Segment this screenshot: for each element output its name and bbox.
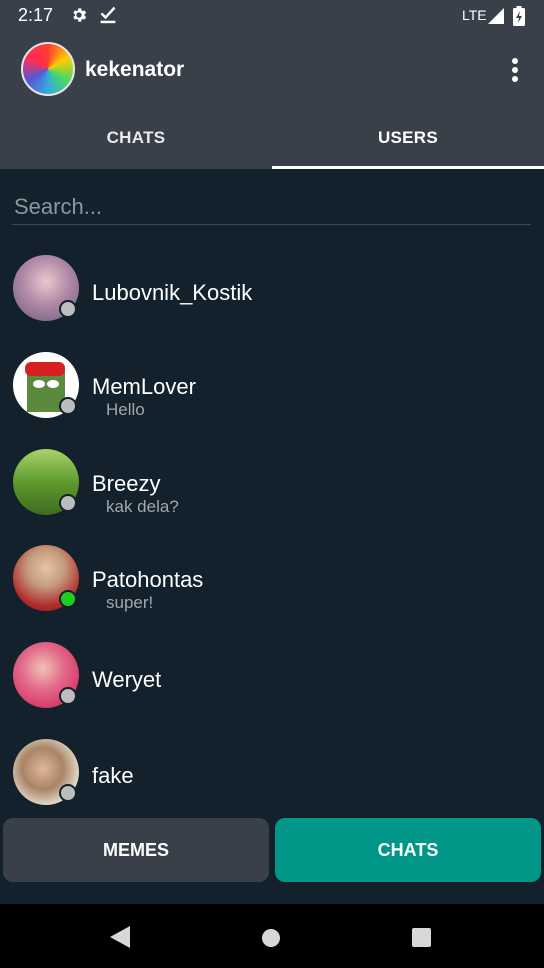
overflow-menu-icon[interactable] bbox=[505, 54, 525, 86]
search-input[interactable] bbox=[12, 190, 535, 224]
network-type: LTE bbox=[462, 7, 487, 23]
status-bar: 2:17 LTE bbox=[0, 0, 544, 32]
user-list-item[interactable]: Lubovnik_Kostik bbox=[0, 255, 544, 345]
user-name: Lubovnik_Kostik bbox=[92, 280, 253, 305]
tab-users[interactable]: USERS bbox=[272, 112, 544, 169]
signal-icon bbox=[488, 8, 504, 24]
user-list-item[interactable]: Patohontas super! bbox=[0, 545, 544, 635]
system-navigation-bar bbox=[0, 904, 544, 968]
user-name: fake bbox=[92, 763, 134, 788]
user-name: Weryet bbox=[92, 667, 162, 692]
search-container bbox=[12, 190, 535, 225]
battery-charging-icon bbox=[513, 6, 525, 26]
status-time: 2:17 bbox=[18, 5, 54, 25]
user-list-item[interactable]: MemLover Hello bbox=[0, 352, 544, 442]
user-list-item[interactable]: Breezy kak dela? bbox=[0, 449, 544, 539]
last-message: super! bbox=[106, 593, 154, 612]
user-name: Breezy bbox=[92, 471, 161, 496]
app-bar: kekenator CHATS USERS bbox=[0, 32, 544, 169]
settings-gear-icon bbox=[73, 8, 87, 22]
profile-avatar[interactable] bbox=[21, 42, 75, 96]
home-icon[interactable] bbox=[262, 929, 280, 947]
tab-chats[interactable]: CHATS bbox=[0, 112, 272, 169]
offline-status-indicator bbox=[59, 687, 77, 705]
last-message: Hello bbox=[106, 400, 145, 419]
online-status-indicator bbox=[59, 590, 77, 608]
user-name: MemLover bbox=[92, 374, 196, 399]
memes-button[interactable]: MEMES bbox=[3, 818, 269, 882]
offline-status-indicator bbox=[59, 494, 77, 512]
last-message: kak dela? bbox=[106, 497, 179, 516]
profile-username: kekenator bbox=[85, 58, 185, 81]
offline-status-indicator bbox=[59, 784, 77, 802]
back-icon[interactable] bbox=[110, 926, 130, 948]
download-check-icon bbox=[100, 6, 116, 24]
user-name: Patohontas bbox=[92, 567, 204, 592]
offline-status-indicator bbox=[59, 397, 77, 415]
offline-status-indicator bbox=[59, 300, 77, 318]
active-tab-indicator bbox=[272, 166, 544, 169]
recents-icon[interactable] bbox=[412, 928, 431, 947]
user-list-item[interactable]: fake bbox=[0, 739, 544, 829]
chats-button[interactable]: CHATS bbox=[275, 818, 541, 882]
user-list-item[interactable]: Weryet bbox=[0, 642, 544, 732]
